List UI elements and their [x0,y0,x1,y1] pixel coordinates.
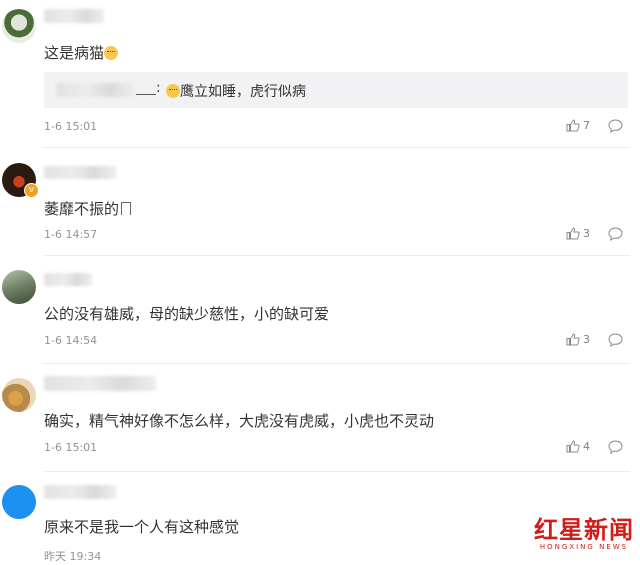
username-blurred[interactable] [44,166,116,179]
avatar[interactable] [2,270,36,304]
cat-face-emoji-icon [104,46,119,60]
comment-item-2: v 萎靡不振的 1-6 14:57 3 [0,148,640,258]
comment-text: 原来不是我一个人有这种感觉 [44,518,240,536]
thumbs-up-icon [566,440,580,453]
watermark-logo: 红星新闻 [534,515,634,544]
like-count: 3 [583,227,590,240]
like-button[interactable]: 4 [566,440,590,453]
reply-username-blurred [56,83,134,97]
comment-text: 公的没有雄威，母的缺少慈性，小的缺可爱 [44,305,330,323]
comment-text: 萎靡不振的 [44,198,132,219]
comment-text: 确实，精气神好像不怎么样，大虎没有虎威，小虎也不灵动 [44,412,435,430]
like-count: 7 [583,119,590,132]
thumbs-up-icon [566,333,580,346]
like-button[interactable]: 3 [566,333,590,346]
avatar[interactable] [2,378,36,412]
comment-time: 1-6 15:01 [44,441,98,454]
like-button[interactable]: 7 [566,119,590,132]
comment-item-3: 公的没有雄威，母的缺少慈性，小的缺可爱 1-6 14:54 3 [0,256,640,366]
comment-bubble-icon[interactable] [608,119,623,133]
like-count: 4 [583,440,590,453]
username-blurred[interactable] [44,273,92,286]
hongxing-news-watermark: 红星新闻 HONGXING NEWS [534,510,634,551]
comment-item-4: 确实，精气神好像不怎么样，大虎没有虎威，小虎也不灵动 1-6 15:01 4 [0,364,640,474]
avatar[interactable] [2,485,36,519]
comment-item-1: 这是病猫 : 鹰立如睡，虎行似病 1-6 15:01 7 [0,0,640,148]
username-blurred[interactable] [44,485,116,499]
comment-time: 昨天 19:34 [44,550,102,563]
thumbs-up-icon [566,227,580,240]
username-blurred[interactable] [44,9,104,23]
username-blurred[interactable] [44,376,156,391]
like-button[interactable]: 3 [566,227,590,240]
reply-quote-box[interactable]: : 鹰立如睡，虎行似病 [44,72,628,108]
comment-bubble-icon[interactable] [608,440,623,454]
comment-time: 1-6 15:01 [44,120,98,133]
thumbs-up-icon [566,119,580,132]
comment-time: 1-6 14:57 [44,228,98,241]
comment-text: 这是病猫 [44,42,119,63]
avatar[interactable] [2,9,36,43]
verified-badge-icon: v [24,183,39,198]
comment-bubble-icon[interactable] [608,227,623,241]
watermark-subtitle: HONGXING NEWS [539,543,629,551]
comment-bubble-icon[interactable] [608,333,623,347]
cat-face-emoji-icon [166,84,180,98]
reply-quote-text: 鹰立如睡，虎行似病 [166,81,306,101]
comment-time: 1-6 14:54 [44,334,98,347]
like-count: 3 [583,333,590,346]
